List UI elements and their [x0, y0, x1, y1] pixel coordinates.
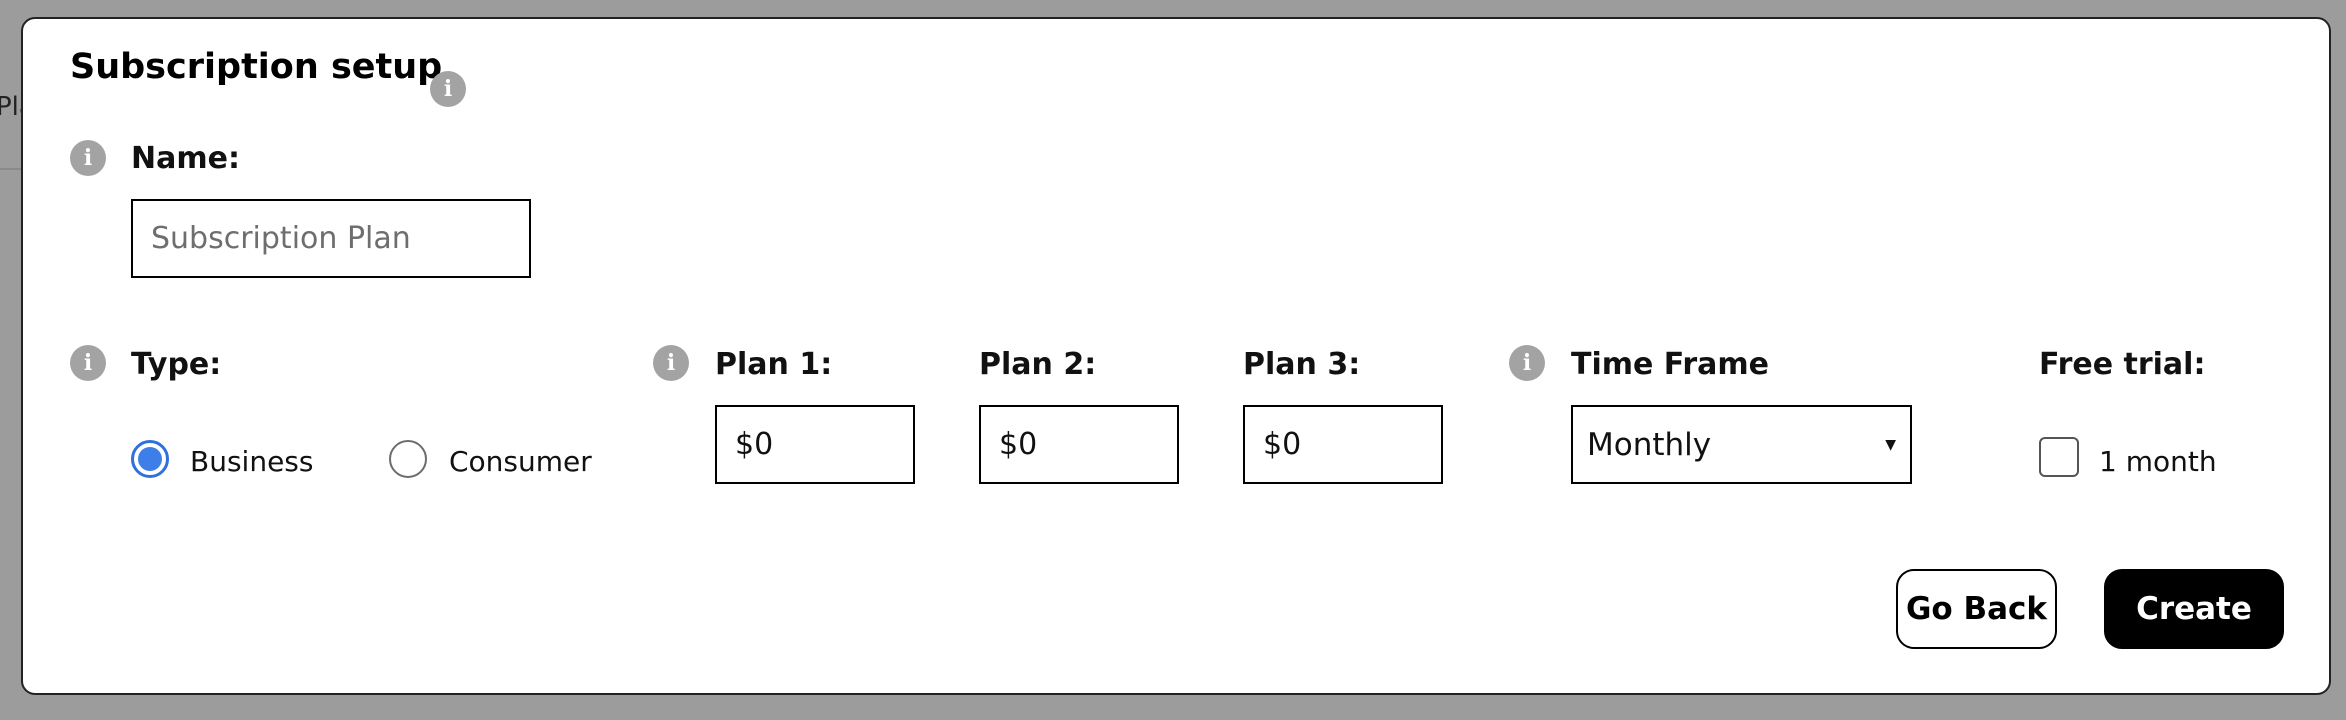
- plan-1-input[interactable]: [715, 405, 915, 484]
- name-info-icon[interactable]: i: [70, 140, 106, 176]
- create-button[interactable]: Create: [2104, 569, 2284, 649]
- plan-3-label: Plan 3:: [1243, 347, 1361, 382]
- plans-info-icon[interactable]: i: [653, 345, 689, 381]
- time-frame-selected-value: Monthly: [1587, 426, 1712, 463]
- modal-title: Subscription setup: [70, 47, 443, 87]
- type-consumer-label[interactable]: Consumer: [449, 445, 592, 478]
- free-trial-checkbox[interactable]: [2039, 437, 2079, 477]
- time-frame-select[interactable]: Monthly ▼: [1571, 405, 1912, 484]
- type-info-icon[interactable]: i: [70, 345, 106, 381]
- title-info-icon[interactable]: i: [430, 71, 466, 107]
- type-consumer-radio[interactable]: [389, 440, 427, 478]
- go-back-button[interactable]: Go Back: [1896, 569, 2057, 649]
- subscription-setup-modal: Subscription setup i i Name: i Type: Bus…: [21, 17, 2331, 695]
- name-input[interactable]: [131, 199, 531, 278]
- plan-2-input[interactable]: [979, 405, 1179, 484]
- name-label: Name:: [131, 141, 240, 176]
- free-trial-label: Free trial:: [2039, 347, 2206, 382]
- time-frame-label: Time Frame: [1571, 347, 1770, 382]
- radio-selected-dot: [138, 447, 162, 471]
- free-trial-option-label[interactable]: 1 month: [2099, 445, 2217, 478]
- type-label: Type:: [131, 347, 222, 382]
- caret-down-icon: ▼: [1885, 436, 1896, 453]
- time-frame-info-icon[interactable]: i: [1509, 345, 1545, 381]
- plan-2-label: Plan 2:: [979, 347, 1097, 382]
- plan-3-input[interactable]: [1243, 405, 1443, 484]
- type-business-label[interactable]: Business: [190, 445, 313, 478]
- type-business-radio[interactable]: [131, 440, 169, 478]
- plan-1-label: Plan 1:: [715, 347, 833, 382]
